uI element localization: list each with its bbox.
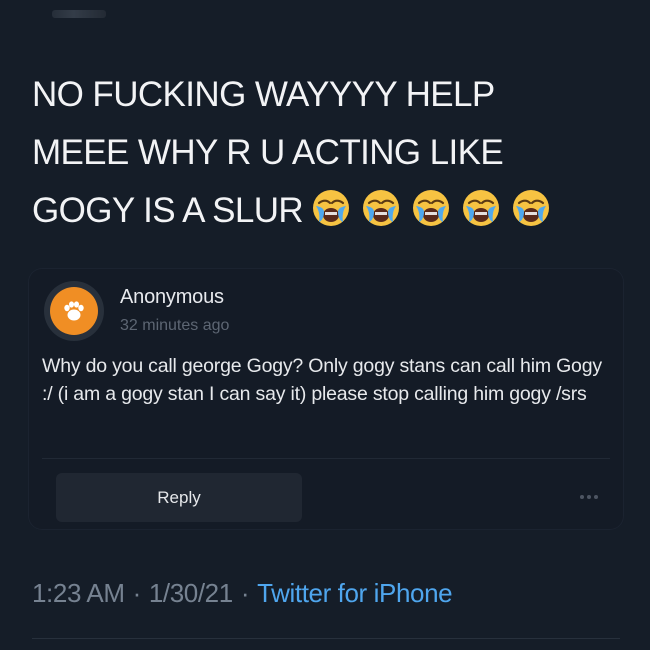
separator: ·: [240, 578, 250, 608]
loudly-crying-face-icon: [313, 190, 350, 226]
more-dot: [580, 495, 584, 499]
tweet-line-1: NO FUCKING WAYYYY HELP: [32, 75, 495, 114]
bottom-divider: [32, 638, 620, 639]
tweet-metadata: 1:23 AM · 1/30/21 · Twitter for iPhone: [32, 578, 453, 609]
more-dot: [594, 495, 598, 499]
loudly-crying-face-icon: [513, 190, 550, 226]
tweet-line-2: MEEE WHY R U ACTING LIKE: [32, 133, 504, 172]
avatar: [44, 281, 104, 341]
separator: ·: [132, 578, 142, 608]
cropped-header-fragment: [52, 10, 106, 18]
loudly-crying-face-icon: [363, 190, 400, 226]
tweet-date: 1/30/21: [148, 578, 233, 608]
paw-print-icon: [64, 301, 84, 321]
card-divider: [42, 458, 610, 459]
loudly-crying-face-icon: [463, 190, 500, 226]
message-time-ago: 32 minutes ago: [120, 317, 230, 334]
emoji-row: [311, 188, 551, 228]
loudly-crying-face-icon: [413, 190, 450, 226]
more-options-icon[interactable]: [580, 489, 598, 505]
tweet-time: 1:23 AM: [32, 578, 125, 608]
reply-button[interactable]: Reply: [56, 473, 302, 522]
tweet-text: NO FUCKING WAYYYY HELP MEEE WHY R U ACTI…: [32, 66, 622, 240]
avatar-badge: [50, 287, 98, 335]
tweet-source-link[interactable]: Twitter for iPhone: [257, 578, 453, 608]
question-message: Why do you call george Gogy? Only gogy s…: [42, 355, 602, 405]
more-dot: [587, 495, 591, 499]
anonymous-question-card: Anonymous 32 minutes ago Why do you call…: [28, 268, 624, 530]
tweet-line-3-text: GOGY IS A SLUR: [32, 191, 304, 230]
tweet-line-3: GOGY IS A SLUR: [32, 182, 622, 240]
sender-name: Anonymous: [120, 286, 224, 308]
